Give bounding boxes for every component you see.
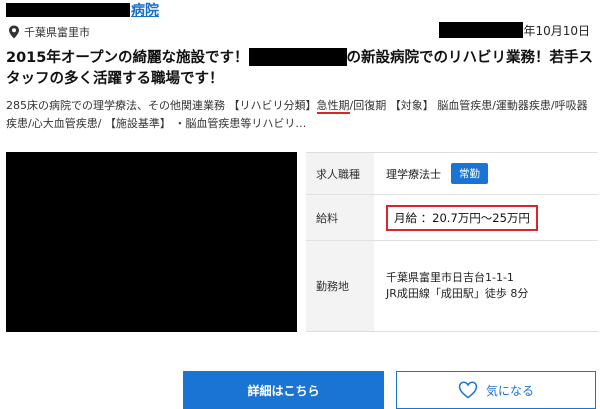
location-text: 千葉県富里市: [24, 26, 90, 39]
favorite-button[interactable]: 気になる: [396, 371, 596, 409]
work-location-label: 勤務地: [306, 241, 374, 331]
facility-name-link[interactable]: 病院: [6, 0, 159, 20]
address-block: 千葉県富里市日吉台1-1-1 JR成田線「成田駅」徒歩 8分: [386, 270, 528, 302]
redacted-facility-name: [6, 3, 130, 17]
job-type-value: 理学療法士: [386, 167, 441, 181]
map-pin-icon: [8, 25, 20, 39]
salary-label: 給料: [306, 195, 374, 240]
job-type-value-cell: 理学療法士 常勤: [374, 153, 598, 194]
view-details-button[interactable]: 詳細はこちら: [183, 371, 384, 409]
facility-name-suffix: 病院: [131, 3, 159, 19]
salary-row: 給料 月給 ：20.7万円～25万円: [306, 195, 598, 241]
job-type-row: 求人職種 理学療法士 常勤: [306, 153, 598, 195]
heart-icon: [458, 381, 478, 399]
redacted-headline-name: [248, 48, 347, 66]
work-location-row: 勤務地 千葉県富里市日吉台1-1-1 JR成田線「成田駅」徒歩 8分: [306, 241, 598, 331]
summary-highlight: 急性期: [316, 99, 350, 114]
headline-part1: 2015年オープンの綺麗な施設です！: [6, 50, 249, 66]
salary-value-cell: 月給 ：20.7万円～25万円: [374, 195, 598, 240]
address-line-2: JR成田線「成田駅」徒歩 8分: [386, 287, 529, 300]
job-headline: 2015年オープンの綺麗な施設です！ の新設病院でのリハビリ業務！若手スタッフの多…: [6, 48, 596, 90]
summary-part1: 285床の病院での理学療法、その他関連業務 【リハビリ分類】: [6, 99, 317, 112]
post-date-suffix: 年10月10日: [523, 23, 590, 38]
employment-type-badge: 常勤: [451, 163, 488, 184]
job-listing-card: 病院 千葉県富里市 年10月10日 2015年オープンの綺麗な施設です！ の新設病…: [0, 0, 600, 409]
job-type-label: 求人職種: [306, 153, 374, 194]
favorite-button-label: 気になる: [485, 383, 534, 398]
address-line-1: 千葉県富里市日吉台1-1-1: [386, 271, 514, 284]
salary-value: 月給 ：20.7万円～25万円: [386, 204, 538, 231]
redacted-year: [439, 22, 524, 38]
location-row: 千葉県富里市: [8, 24, 90, 40]
redacted-facility-photo: [6, 152, 297, 332]
job-details-table: 求人職種 理学療法士 常勤 給料 月給 ：20.7万円～25万円 勤務地 千葉県…: [306, 152, 598, 332]
work-location-value-cell: 千葉県富里市日吉台1-1-1 JR成田線「成田駅」徒歩 8分: [374, 241, 598, 331]
post-date: 年10月10日: [439, 22, 590, 38]
job-summary: 285床の病院での理学療法、その他関連業務 【リハビリ分類】急性期/回復期 【対…: [6, 97, 596, 133]
